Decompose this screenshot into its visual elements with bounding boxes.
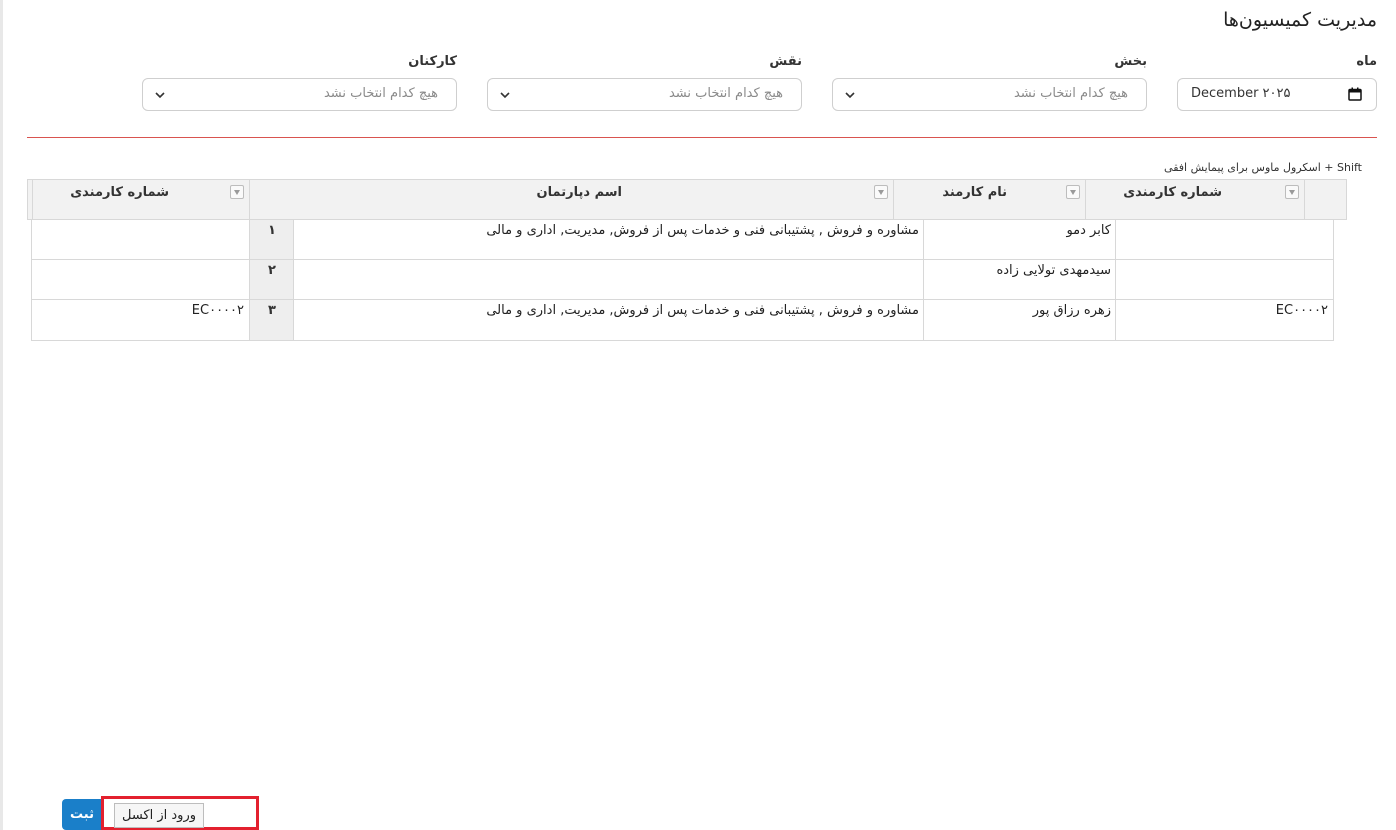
column-header-label: شماره کارمندی	[70, 185, 169, 200]
emp-no-2-cell: EC۰۰۰۰۲	[191, 303, 244, 318]
emp-no-2-cell	[32, 220, 249, 259]
chevron-down-icon	[500, 92, 510, 99]
department-cell	[294, 260, 924, 299]
left-edge	[0, 0, 3, 830]
column-header-label: اسم دپارتمان	[536, 185, 622, 200]
submit-button[interactable]: ثبت	[62, 799, 102, 830]
header-spacer	[1304, 180, 1347, 219]
section-select[interactable]: هیچ کدام انتخاب نشد	[832, 78, 1147, 111]
department-cell: مشاوره و فروش , پشتیبانی فنی و خدمات پس …	[486, 303, 919, 318]
chevron-down-icon	[155, 92, 165, 99]
column-divider	[1115, 220, 1116, 340]
name-cell: کابر دمو	[1066, 223, 1111, 238]
table-row[interactable]: کابر دمو مشاوره و فروش , پشتیبانی فنی و …	[32, 220, 1333, 260]
table-header: شماره کارمندی نام کارمند اسم دپارتمان شم…	[27, 179, 1347, 220]
role-placeholder: هیچ کدام انتخاب نشد	[668, 86, 783, 101]
column-header-emp-no[interactable]: شماره کارمندی	[1085, 180, 1304, 219]
filter-icon[interactable]	[1285, 185, 1299, 199]
emp-no-cell	[1116, 220, 1333, 259]
table-body: ۱ ۲ ۳ کابر دمو مشاوره و فروش , پشتیبانی …	[31, 220, 1334, 341]
staff-placeholder: هیچ کدام انتخاب نشد	[323, 86, 438, 101]
table-row[interactable]: سیدمهدی تولایی زاده	[32, 260, 1333, 300]
column-header-emp-no-2[interactable]: شماره کارمندی	[32, 180, 249, 219]
page-title: مدیریت کمیسیون‌ها	[1223, 9, 1377, 31]
column-header-label: شماره کارمندی	[1123, 185, 1222, 200]
role-label: نقش	[769, 54, 802, 69]
column-divider	[249, 220, 250, 340]
emp-no-2-cell	[32, 260, 249, 299]
staff-label: کارکنان	[408, 54, 457, 69]
scroll-hint: Shift + اسکرول ماوس برای پیمایش افقی	[1164, 161, 1362, 174]
filter-icon[interactable]	[1066, 185, 1080, 199]
role-select[interactable]: هیچ کدام انتخاب نشد	[487, 78, 802, 111]
emp-no-cell	[1116, 260, 1333, 299]
column-header-name[interactable]: نام کارمند	[893, 180, 1085, 219]
filter-icon[interactable]	[874, 185, 888, 199]
calendar-icon[interactable]	[1348, 87, 1362, 101]
column-divider	[293, 220, 294, 340]
section-divider	[27, 137, 1377, 138]
section-label: بخش	[1114, 54, 1147, 69]
column-divider	[923, 220, 924, 340]
name-cell: سیدمهدی تولایی زاده	[996, 263, 1111, 278]
emp-no-cell: EC۰۰۰۰۲	[1275, 303, 1328, 318]
month-picker[interactable]: December ۲۰۲۵	[1177, 78, 1377, 111]
month-value: December ۲۰۲۵	[1191, 86, 1291, 101]
filter-icon[interactable]	[230, 185, 244, 199]
department-cell: مشاوره و فروش , پشتیبانی فنی و خدمات پس …	[486, 223, 919, 238]
staff-select[interactable]: هیچ کدام انتخاب نشد	[142, 78, 457, 111]
month-label: ماه	[1356, 54, 1377, 69]
section-placeholder: هیچ کدام انتخاب نشد	[1013, 86, 1128, 101]
import-excel-button[interactable]: ورود از اکسل	[114, 803, 204, 828]
name-cell: زهره رزاق پور	[1032, 303, 1111, 318]
column-header-department[interactable]: اسم دپارتمان	[249, 180, 893, 219]
chevron-down-icon	[845, 92, 855, 99]
column-header-label: نام کارمند	[942, 185, 1007, 200]
table-row[interactable]: EC۰۰۰۰۲ زهره رزاق پور مشاوره و فروش , پش…	[32, 300, 1333, 340]
